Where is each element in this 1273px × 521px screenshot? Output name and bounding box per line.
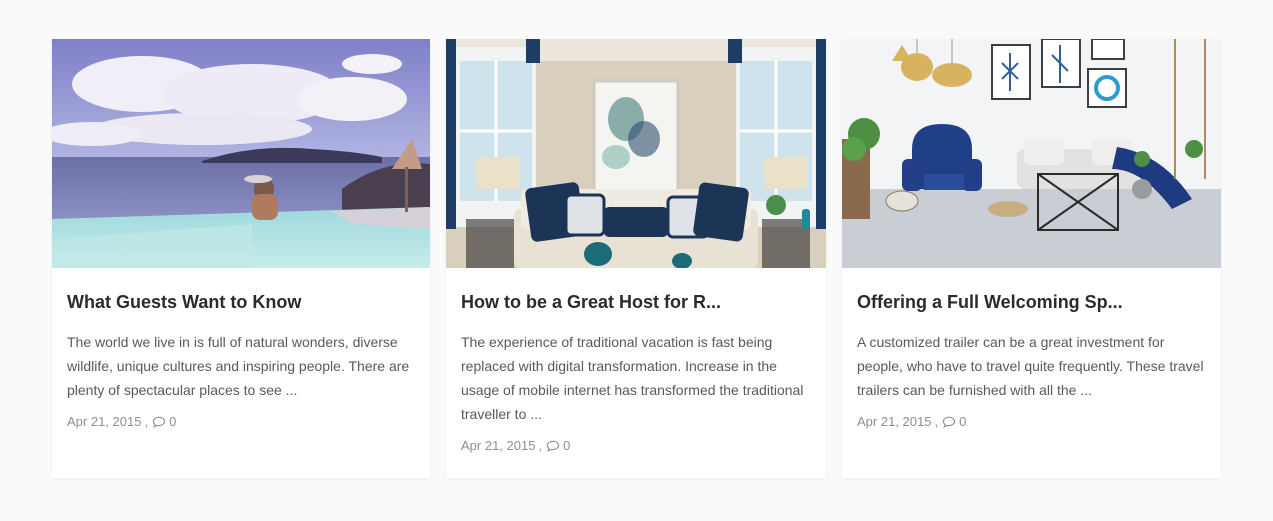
comment-count[interactable]: 0 (959, 412, 966, 432)
blog-post-grid: What Guests Want to Know The world we li… (52, 39, 1221, 478)
meta-separator: , (538, 438, 543, 453)
post-title[interactable]: What Guests Want to Know (67, 291, 415, 313)
comment-icon (546, 440, 560, 452)
post-date: Apr 21, 2015 (857, 414, 932, 429)
post-card: How to be a Great Host for R... The expe… (446, 39, 826, 478)
post-image-living-room (446, 39, 826, 268)
post-excerpt: A customized trailer can be a great inve… (857, 334, 1204, 398)
post-body: What Guests Want to Know The world we li… (52, 291, 430, 432)
post-image-link[interactable] (446, 39, 826, 268)
post-image-link[interactable] (52, 39, 430, 268)
post-excerpt: The world we live in is full of natural … (67, 334, 410, 398)
post-body: Offering a Full Welcoming Sp... A custom… (842, 291, 1221, 432)
post-card: What Guests Want to Know The world we li… (52, 39, 430, 478)
post-card: Offering a Full Welcoming Sp... A custom… (842, 39, 1221, 478)
meta-separator: , (934, 414, 939, 429)
post-title[interactable]: Offering a Full Welcoming Sp... (857, 291, 1206, 313)
post-date: Apr 21, 2015 (461, 438, 536, 453)
post-meta: Apr 21, 2015 , 0 (857, 412, 1206, 432)
post-image-link[interactable] (842, 39, 1221, 268)
comment-count[interactable]: 0 (169, 412, 176, 432)
meta-separator: , (144, 414, 149, 429)
post-meta: Apr 21, 2015 , 0 (461, 436, 811, 456)
post-body: How to be a Great Host for R... The expe… (446, 291, 826, 456)
comment-icon (942, 416, 956, 428)
comment-count[interactable]: 0 (563, 436, 570, 456)
post-image-lounge (842, 39, 1221, 268)
comment-icon (152, 416, 166, 428)
post-date: Apr 21, 2015 (67, 414, 142, 429)
post-title[interactable]: How to be a Great Host for R... (461, 291, 811, 313)
post-excerpt: The experience of traditional vacation i… (461, 334, 804, 422)
post-meta: Apr 21, 2015 , 0 (67, 412, 415, 432)
post-image-infinity-pool (52, 39, 430, 268)
